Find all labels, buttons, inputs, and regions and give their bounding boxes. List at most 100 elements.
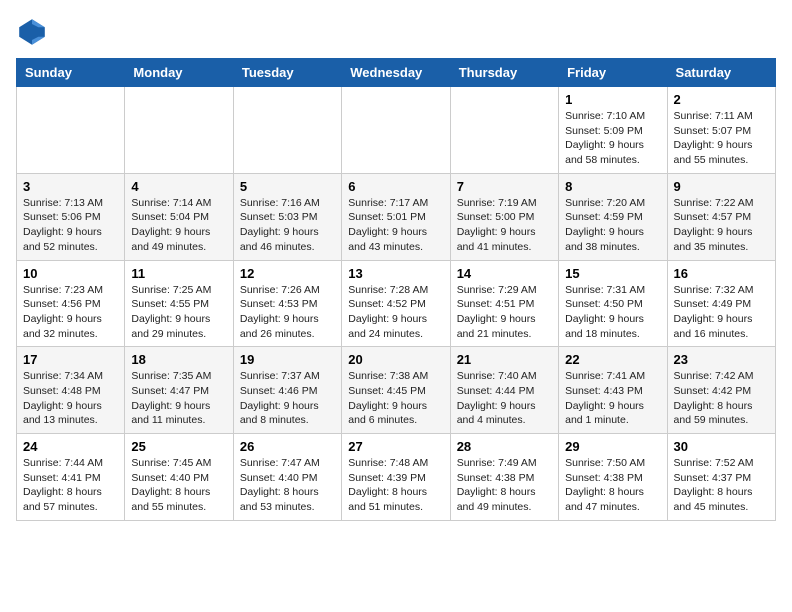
day-number: 2 [674, 92, 769, 107]
calendar-cell [233, 87, 341, 174]
calendar-cell: 23 Sunrise: 7:42 AM Sunset: 4:42 PM Dayli… [667, 347, 775, 434]
day-number: 27 [348, 439, 443, 454]
logo-icon [16, 16, 48, 48]
day-number: 11 [131, 266, 226, 281]
day-number: 25 [131, 439, 226, 454]
day-info: Sunrise: 7:47 AM Sunset: 4:40 PM Dayligh… [240, 456, 335, 515]
weekday-header-monday: Monday [125, 59, 233, 87]
calendar-cell: 19 Sunrise: 7:37 AM Sunset: 4:46 PM Dayli… [233, 347, 341, 434]
day-info: Sunrise: 7:41 AM Sunset: 4:43 PM Dayligh… [565, 369, 660, 428]
calendar-cell: 21 Sunrise: 7:40 AM Sunset: 4:44 PM Dayli… [450, 347, 558, 434]
calendar-body: 1Sunrise: 7:10 AM Sunset: 5:09 PM Daylig… [17, 87, 776, 521]
day-info: Sunrise: 7:23 AM Sunset: 4:56 PM Dayligh… [23, 283, 118, 342]
day-number: 30 [674, 439, 769, 454]
day-number: 22 [565, 352, 660, 367]
calendar-cell: 7 Sunrise: 7:19 AM Sunset: 5:00 PM Daylig… [450, 173, 558, 260]
calendar-cell: 13 Sunrise: 7:28 AM Sunset: 4:52 PM Dayli… [342, 260, 450, 347]
weekday-header-saturday: Saturday [667, 59, 775, 87]
day-number: 20 [348, 352, 443, 367]
day-info: Sunrise: 7:16 AM Sunset: 5:03 PM Dayligh… [240, 196, 335, 255]
day-number: 17 [23, 352, 118, 367]
calendar-cell: 20 Sunrise: 7:38 AM Sunset: 4:45 PM Dayli… [342, 347, 450, 434]
day-info: Sunrise: 7:20 AM Sunset: 4:59 PM Dayligh… [565, 196, 660, 255]
calendar-cell [450, 87, 558, 174]
day-info: Sunrise: 7:19 AM Sunset: 5:00 PM Dayligh… [457, 196, 552, 255]
day-info: Sunrise: 7:37 AM Sunset: 4:46 PM Dayligh… [240, 369, 335, 428]
day-number: 16 [674, 266, 769, 281]
day-number: 8 [565, 179, 660, 194]
day-info: Sunrise: 7:25 AM Sunset: 4:55 PM Dayligh… [131, 283, 226, 342]
calendar-cell: 4Sunrise: 7:14 AM Sunset: 5:04 PM Daylig… [125, 173, 233, 260]
calendar-cell: 15 Sunrise: 7:31 AM Sunset: 4:50 PM Dayli… [559, 260, 667, 347]
day-info: Sunrise: 7:40 AM Sunset: 4:44 PM Dayligh… [457, 369, 552, 428]
day-number: 19 [240, 352, 335, 367]
week-row-5: 24Sunrise: 7:44 AM Sunset: 4:41 PM Dayli… [17, 434, 776, 521]
day-number: 15 [565, 266, 660, 281]
calendar-table: SundayMondayTuesdayWednesdayThursdayFrid… [16, 58, 776, 521]
week-row-2: 3 Sunrise: 7:13 AM Sunset: 5:06 PM Daylig… [17, 173, 776, 260]
day-info: Sunrise: 7:26 AM Sunset: 4:53 PM Dayligh… [240, 283, 335, 342]
day-info: Sunrise: 7:10 AM Sunset: 5:09 PM Dayligh… [565, 109, 660, 168]
calendar-cell: 10 Sunrise: 7:23 AM Sunset: 4:56 PM Dayli… [17, 260, 125, 347]
day-info: Sunrise: 7:38 AM Sunset: 4:45 PM Dayligh… [348, 369, 443, 428]
calendar-cell: 5 Sunrise: 7:16 AM Sunset: 5:03 PM Daylig… [233, 173, 341, 260]
day-info: Sunrise: 7:29 AM Sunset: 4:51 PM Dayligh… [457, 283, 552, 342]
weekday-header-sunday: Sunday [17, 59, 125, 87]
day-info: Sunrise: 7:22 AM Sunset: 4:57 PM Dayligh… [674, 196, 769, 255]
day-info: Sunrise: 7:45 AM Sunset: 4:40 PM Dayligh… [131, 456, 226, 515]
page-container: SundayMondayTuesdayWednesdayThursdayFrid… [16, 16, 776, 521]
weekday-header-thursday: Thursday [450, 59, 558, 87]
calendar-cell: 29Sunrise: 7:50 AM Sunset: 4:38 PM Dayli… [559, 434, 667, 521]
day-info: Sunrise: 7:35 AM Sunset: 4:47 PM Dayligh… [131, 369, 226, 428]
day-number: 9 [674, 179, 769, 194]
day-info: Sunrise: 7:11 AM Sunset: 5:07 PM Dayligh… [674, 109, 769, 168]
calendar-cell: 8 Sunrise: 7:20 AM Sunset: 4:59 PM Daylig… [559, 173, 667, 260]
weekday-header-wednesday: Wednesday [342, 59, 450, 87]
day-info: Sunrise: 7:31 AM Sunset: 4:50 PM Dayligh… [565, 283, 660, 342]
day-number: 7 [457, 179, 552, 194]
day-number: 10 [23, 266, 118, 281]
calendar-cell: 25 Sunrise: 7:45 AM Sunset: 4:40 PM Dayli… [125, 434, 233, 521]
day-number: 23 [674, 352, 769, 367]
weekday-header-friday: Friday [559, 59, 667, 87]
day-number: 26 [240, 439, 335, 454]
calendar-cell: 18Sunrise: 7:35 AM Sunset: 4:47 PM Dayli… [125, 347, 233, 434]
calendar-cell: 9 Sunrise: 7:22 AM Sunset: 4:57 PM Daylig… [667, 173, 775, 260]
day-info: Sunrise: 7:52 AM Sunset: 4:37 PM Dayligh… [674, 456, 769, 515]
weekday-header-tuesday: Tuesday [233, 59, 341, 87]
calendar-cell [125, 87, 233, 174]
header [16, 16, 776, 48]
day-info: Sunrise: 7:42 AM Sunset: 4:42 PM Dayligh… [674, 369, 769, 428]
week-row-3: 10 Sunrise: 7:23 AM Sunset: 4:56 PM Dayli… [17, 260, 776, 347]
day-info: Sunrise: 7:13 AM Sunset: 5:06 PM Dayligh… [23, 196, 118, 255]
week-row-1: 1Sunrise: 7:10 AM Sunset: 5:09 PM Daylig… [17, 87, 776, 174]
calendar-cell: 22 Sunrise: 7:41 AM Sunset: 4:43 PM Dayli… [559, 347, 667, 434]
day-info: Sunrise: 7:17 AM Sunset: 5:01 PM Dayligh… [348, 196, 443, 255]
day-number: 3 [23, 179, 118, 194]
calendar-cell: 12 Sunrise: 7:26 AM Sunset: 4:53 PM Dayli… [233, 260, 341, 347]
calendar-cell: 27 Sunrise: 7:48 AM Sunset: 4:39 PM Dayli… [342, 434, 450, 521]
day-number: 6 [348, 179, 443, 194]
day-number: 12 [240, 266, 335, 281]
calendar-header: SundayMondayTuesdayWednesdayThursdayFrid… [17, 59, 776, 87]
day-number: 21 [457, 352, 552, 367]
day-number: 13 [348, 266, 443, 281]
calendar-cell: 1Sunrise: 7:10 AM Sunset: 5:09 PM Daylig… [559, 87, 667, 174]
day-info: Sunrise: 7:28 AM Sunset: 4:52 PM Dayligh… [348, 283, 443, 342]
day-info: Sunrise: 7:14 AM Sunset: 5:04 PM Dayligh… [131, 196, 226, 255]
calendar-cell: 6 Sunrise: 7:17 AM Sunset: 5:01 PM Daylig… [342, 173, 450, 260]
week-row-4: 17 Sunrise: 7:34 AM Sunset: 4:48 PM Dayli… [17, 347, 776, 434]
weekday-header-row: SundayMondayTuesdayWednesdayThursdayFrid… [17, 59, 776, 87]
day-info: Sunrise: 7:48 AM Sunset: 4:39 PM Dayligh… [348, 456, 443, 515]
day-number: 5 [240, 179, 335, 194]
calendar-cell: 24Sunrise: 7:44 AM Sunset: 4:41 PM Dayli… [17, 434, 125, 521]
calendar-cell: 2 Sunrise: 7:11 AM Sunset: 5:07 PM Daylig… [667, 87, 775, 174]
calendar-cell: 17 Sunrise: 7:34 AM Sunset: 4:48 PM Dayli… [17, 347, 125, 434]
day-info: Sunrise: 7:34 AM Sunset: 4:48 PM Dayligh… [23, 369, 118, 428]
day-number: 24 [23, 439, 118, 454]
calendar-cell: 16Sunrise: 7:32 AM Sunset: 4:49 PM Dayli… [667, 260, 775, 347]
calendar-cell: 30 Sunrise: 7:52 AM Sunset: 4:37 PM Dayli… [667, 434, 775, 521]
calendar-cell: 11 Sunrise: 7:25 AM Sunset: 4:55 PM Dayli… [125, 260, 233, 347]
calendar-cell [342, 87, 450, 174]
day-number: 29 [565, 439, 660, 454]
